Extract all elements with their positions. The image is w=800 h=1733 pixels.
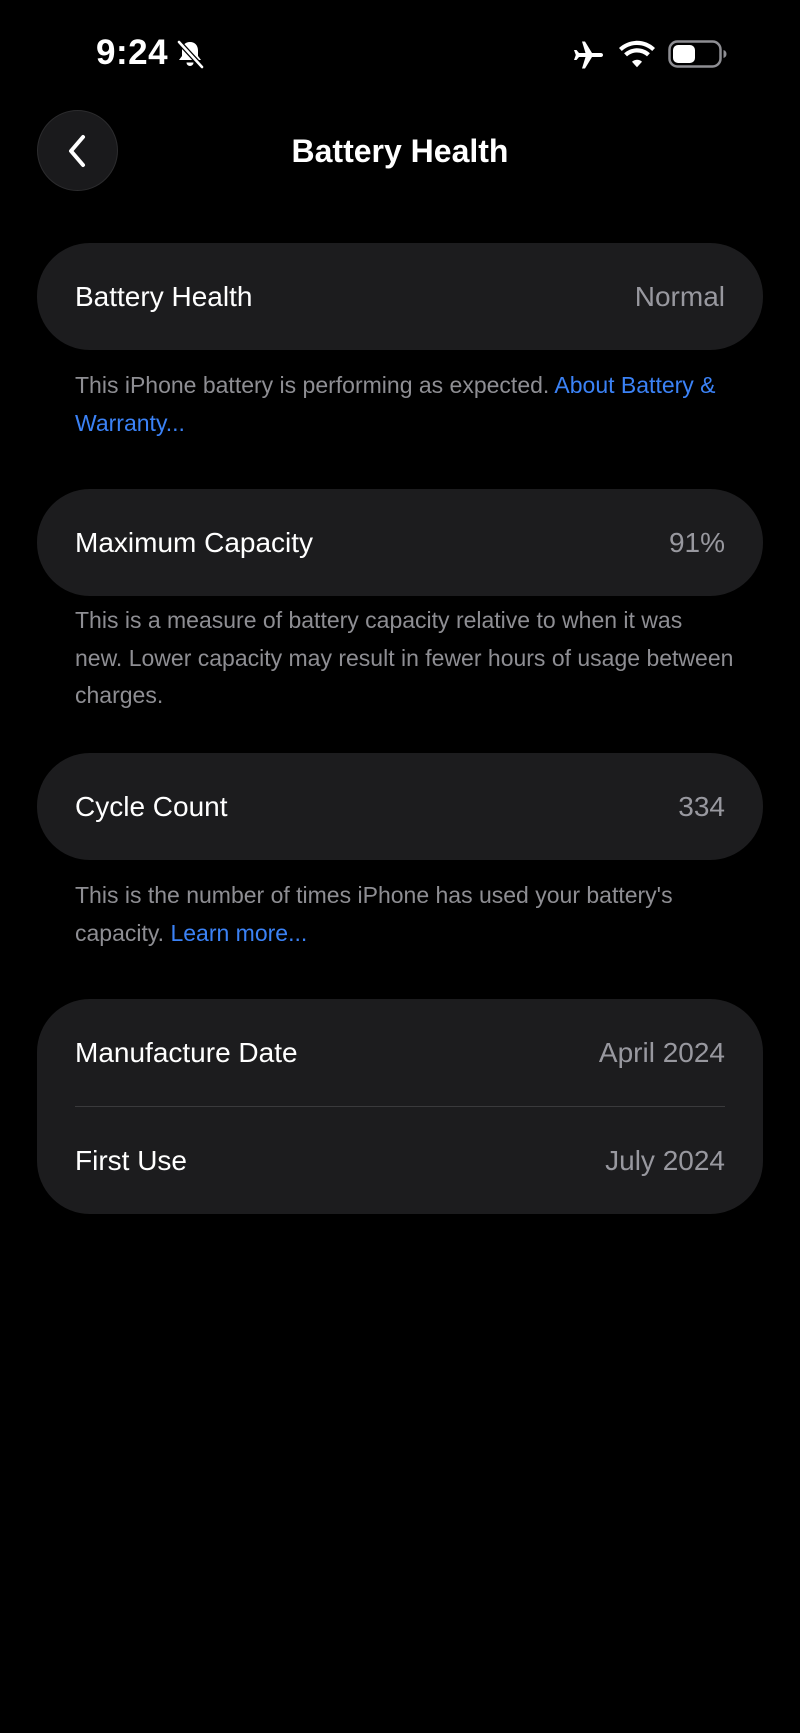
wifi-icon bbox=[619, 40, 655, 68]
cycle-count-row: Cycle Count 334 bbox=[37, 753, 763, 860]
learn-more-link[interactable]: Learn more... bbox=[170, 920, 307, 946]
page-title: Battery Health bbox=[291, 133, 509, 169]
battery-health-value: Normal bbox=[634, 280, 725, 312]
maximum-capacity-card: Maximum Capacity 91% bbox=[37, 489, 763, 596]
dates-card: Manufacture Date April 2024 First Use Ju… bbox=[37, 999, 763, 1214]
manufacture-date-row: Manufacture Date April 2024 bbox=[37, 999, 763, 1106]
first-use-label: First Use bbox=[75, 1144, 187, 1176]
cycle-count-value: 334 bbox=[678, 790, 725, 822]
battery-health-card: Battery Health Normal bbox=[37, 243, 763, 350]
status-bar: 9:24 bbox=[0, 0, 800, 110]
manufacture-date-value: April 2024 bbox=[598, 1036, 725, 1068]
battery-health-row: Battery Health Normal bbox=[37, 243, 763, 350]
manufacture-date-label: Manufacture Date bbox=[75, 1036, 298, 1068]
battery-health-label: Battery Health bbox=[75, 280, 253, 312]
bell-slash-icon bbox=[177, 40, 204, 69]
cycle-count-note: This is the number of times iPhone has u… bbox=[75, 877, 735, 952]
battery-health-note-text: This iPhone battery is performing as exp… bbox=[75, 372, 555, 398]
first-use-row: First Use July 2024 bbox=[37, 1107, 763, 1214]
battery-icon bbox=[668, 40, 727, 68]
cycle-count-note-text: This is the number of times iPhone has u… bbox=[75, 882, 673, 946]
first-use-value: July 2024 bbox=[605, 1144, 725, 1176]
airplane-icon bbox=[574, 41, 603, 69]
maximum-capacity-note: This is a measure of battery capacity re… bbox=[75, 607, 734, 708]
maximum-capacity-value: 91% bbox=[668, 526, 725, 558]
maximum-capacity-label: Maximum Capacity bbox=[75, 526, 314, 558]
maximum-capacity-row: Maximum Capacity 91% bbox=[37, 489, 763, 596]
status-time: 9:24 bbox=[96, 33, 169, 72]
cycle-count-card: Cycle Count 334 bbox=[37, 753, 763, 860]
battery-health-note: This iPhone battery is performing as exp… bbox=[75, 367, 735, 442]
cycle-count-label: Cycle Count bbox=[75, 790, 228, 822]
